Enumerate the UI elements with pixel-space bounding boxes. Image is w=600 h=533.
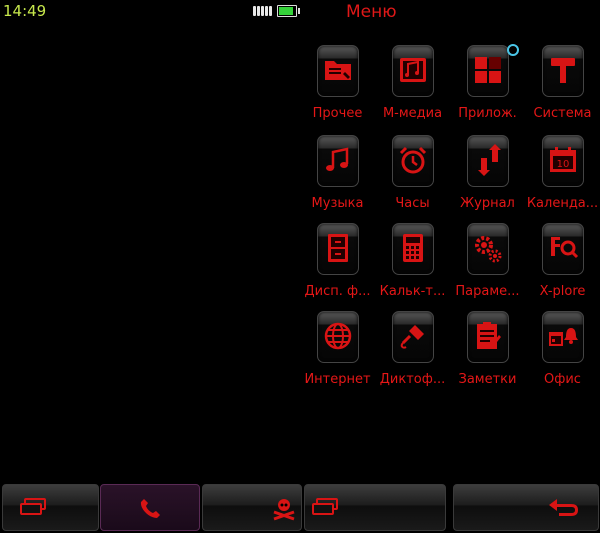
task-switcher-icon <box>312 498 338 515</box>
task-switcher-button[interactable] <box>2 484 99 531</box>
skull-crossbones-icon <box>273 499 295 521</box>
svg-text:10: 10 <box>557 159 570 170</box>
clock: 14:49 <box>3 2 47 20</box>
globe-icon <box>324 322 352 350</box>
app-settings[interactable]: Параме... <box>450 220 525 308</box>
app-system[interactable]: Система <box>525 42 600 130</box>
app-calculator[interactable]: Кальк-т... <box>375 220 450 308</box>
back-button[interactable] <box>453 484 599 531</box>
app-music[interactable]: Музыка <box>300 132 375 220</box>
status-bar: 14:49 Меню <box>0 0 600 26</box>
task-switcher-icon <box>20 498 46 515</box>
app-label: X-plore <box>539 284 586 299</box>
music-notes-icon <box>326 147 349 171</box>
calendar-icon: 10 <box>550 147 576 172</box>
page-title: Меню <box>346 2 397 22</box>
app-other[interactable]: Прочее <box>300 42 375 130</box>
app-office[interactable]: Офис <box>525 308 600 396</box>
clear-button[interactable] <box>202 484 302 531</box>
app-label: Офис <box>544 372 581 387</box>
folder-icon <box>325 61 351 80</box>
app-calendar[interactable]: 10 Календа... <box>525 132 600 220</box>
app-multimedia[interactable]: М-медиа <box>375 42 450 130</box>
app-label: Часы <box>395 196 430 211</box>
app-label: Интернет <box>304 372 371 387</box>
app-xplore[interactable]: X-plore <box>525 220 600 308</box>
app-log[interactable]: Журнал <box>450 132 525 220</box>
bottom-toolbar <box>0 481 600 533</box>
phone-icon <box>140 499 160 518</box>
file-cabinet-icon <box>328 234 348 262</box>
back-arrow-icon <box>549 499 578 516</box>
signal-strength-icon <box>253 6 272 16</box>
call-log-icon <box>478 144 501 176</box>
app-label: Диктоф... <box>379 372 446 387</box>
app-label: М-медиа <box>382 106 443 121</box>
apps-grid-icon <box>475 57 501 83</box>
app-label: Календа... <box>526 196 599 211</box>
app-label: Музыка <box>311 196 364 211</box>
app-file-manager[interactable]: Дисп. ф... <box>300 220 375 308</box>
phone-button[interactable] <box>100 484 200 531</box>
notification-ring-icon <box>507 44 519 56</box>
multimedia-icon <box>400 58 426 82</box>
hammer-icon <box>551 58 575 83</box>
app-notes[interactable]: Заметки <box>450 308 525 396</box>
alarm-clock-icon <box>399 146 427 174</box>
battery-icon <box>277 5 300 17</box>
app-label: Прочее <box>312 106 363 121</box>
app-label: Дисп. ф... <box>304 284 371 299</box>
app-label: Заметки <box>458 372 517 387</box>
app-recorder[interactable]: Диктоф... <box>375 308 450 396</box>
notepad-icon <box>477 322 501 349</box>
microphone-icon <box>400 325 424 349</box>
task-switcher-button[interactable] <box>304 484 446 531</box>
file-search-icon <box>551 237 579 259</box>
app-label: Прилож. <box>458 106 517 121</box>
app-label: Журнал <box>460 196 515 211</box>
app-label: Система <box>533 106 592 121</box>
app-internet[interactable]: Интернет <box>300 308 375 396</box>
app-clock[interactable]: Часы <box>375 132 450 220</box>
calculator-icon <box>403 234 423 262</box>
app-label: Кальк-т... <box>379 284 446 299</box>
app-label: Параме... <box>455 284 520 299</box>
office-calendar-bell-icon <box>549 328 578 346</box>
gears-icon <box>475 236 502 263</box>
